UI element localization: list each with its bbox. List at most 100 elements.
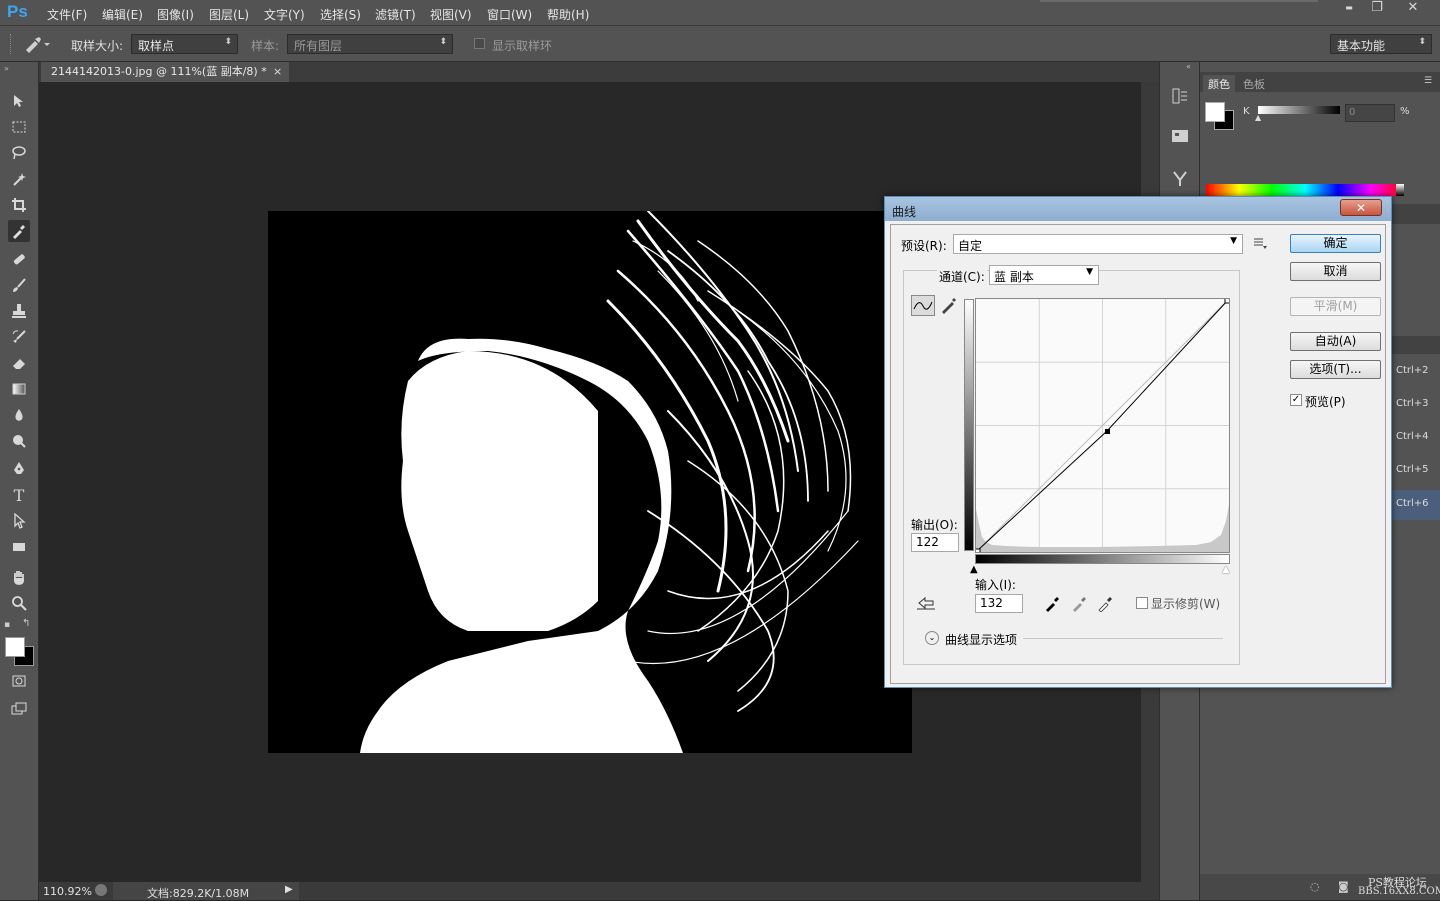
channel-select[interactable]: 蓝 副本 ▼ xyxy=(989,265,1099,285)
white-eyedropper-icon[interactable] xyxy=(1097,594,1115,613)
pen-tool-icon[interactable] xyxy=(8,458,30,480)
type-tool-icon[interactable]: T xyxy=(8,484,30,506)
status-info-icon[interactable] xyxy=(95,884,107,896)
output-field[interactable]: 122 xyxy=(911,533,959,552)
status-menu-arrow-icon[interactable]: ▶ xyxy=(285,884,293,895)
preset-value: 自定 xyxy=(958,239,983,253)
default-colors-icon[interactable]: ▪ xyxy=(4,620,10,630)
eyedropper-tool-icon[interactable] xyxy=(8,220,30,242)
dialog-title-bar[interactable]: 曲线 ✕ xyxy=(885,197,1391,221)
menu-file[interactable]: 文件(F) xyxy=(47,6,87,23)
blur-tool-icon[interactable] xyxy=(8,404,30,426)
gradient-tool-icon[interactable] xyxy=(8,378,30,400)
options-button[interactable]: 选项(T)... xyxy=(1290,360,1381,379)
curves-graph[interactable] xyxy=(974,297,1231,555)
k-slider-handle-icon[interactable]: ▲ xyxy=(1255,113,1261,122)
minimize-button[interactable]: ▬ xyxy=(1334,0,1364,18)
sample-size-select[interactable]: 取样点 ⬍ xyxy=(131,34,238,54)
channel-shortcut-5: Ctrl+5 xyxy=(1396,464,1429,475)
close-button[interactable]: ✕ xyxy=(1398,0,1428,18)
doc-info-field[interactable]: 文档:829.2K/1.08M xyxy=(113,882,299,900)
display-options-label[interactable]: 曲线显示选项 xyxy=(945,631,1017,648)
history-panel-icon[interactable] xyxy=(1170,86,1190,106)
panel-menu-icon[interactable]: ☰ xyxy=(1424,76,1432,86)
menu-help[interactable]: 帮助(H) xyxy=(547,6,589,23)
channel-shortcut-4: Ctrl+4 xyxy=(1396,431,1429,442)
collapse-strip-icon[interactable]: « xyxy=(1186,62,1191,71)
move-tool-icon[interactable] xyxy=(8,90,30,112)
path-selection-tool-icon[interactable] xyxy=(8,510,30,532)
ok-button[interactable]: 确定 xyxy=(1290,234,1381,253)
input-field[interactable]: 132 xyxy=(975,594,1023,613)
brush-tool-icon[interactable] xyxy=(8,274,30,296)
mask-icon[interactable]: ◙ xyxy=(1338,880,1349,893)
black-point-slider-icon[interactable]: ▲ xyxy=(970,564,978,575)
foreground-color-swatch[interactable] xyxy=(5,637,25,657)
channel-label: 通道(C): xyxy=(937,268,987,285)
screen-mode-icon[interactable] xyxy=(8,698,30,720)
output-label: 输出(O): xyxy=(911,518,958,532)
zoom-tool-icon[interactable] xyxy=(8,592,30,614)
menu-edit[interactable]: 编辑(E) xyxy=(102,6,143,23)
marquee-tool-icon[interactable] xyxy=(8,116,30,138)
swap-colors-icon[interactable]: ↰ xyxy=(22,618,30,629)
curve-edit-tool-icon[interactable] xyxy=(911,295,935,316)
document-tab-close-icon[interactable]: × xyxy=(273,62,282,82)
smooth-button[interactable]: 平滑(M) xyxy=(1290,297,1381,316)
color-ramp[interactable] xyxy=(1206,184,1404,196)
history-brush-tool-icon[interactable] xyxy=(8,326,30,348)
healing-brush-tool-icon[interactable] xyxy=(8,248,30,270)
rectangle-tool-icon[interactable] xyxy=(8,536,30,558)
crop-tool-icon[interactable] xyxy=(8,194,30,216)
eraser-tool-icon[interactable] xyxy=(8,352,30,374)
show-clipping-checkbox[interactable] xyxy=(1136,597,1148,609)
menu-type[interactable]: 文字(Y) xyxy=(264,6,305,23)
k-value-field[interactable]: 0 xyxy=(1345,104,1395,122)
curves-dialog: 曲线 ✕ 预设(R): 自定 ▼ 通道(C): 蓝 副本 ▼ 输出(O): 12… xyxy=(884,196,1392,688)
auto-button[interactable]: 自动(A) xyxy=(1290,332,1381,351)
pencil-tool-icon[interactable] xyxy=(939,297,957,315)
menu-view[interactable]: 视图(V) xyxy=(430,6,472,23)
document-tab[interactable]: 2144142013-0.jpg @ 111%(蓝 副本/8) * × xyxy=(41,62,289,82)
menu-image[interactable]: 图像(I) xyxy=(157,6,194,23)
collapse-tools-icon[interactable]: » xyxy=(4,64,9,73)
dialog-close-button[interactable]: ✕ xyxy=(1340,199,1382,216)
dotted-circle-icon[interactable]: ◌ xyxy=(1310,880,1320,893)
preset-select[interactable]: 自定 ▼ xyxy=(953,234,1243,254)
preset-options-icon[interactable] xyxy=(1253,237,1267,249)
white-point-slider-icon[interactable]: ▲ xyxy=(1222,564,1230,575)
magic-wand-tool-icon[interactable] xyxy=(8,168,30,190)
restore-button[interactable]: ❐ xyxy=(1362,0,1392,18)
zoom-level[interactable]: 110.92% xyxy=(43,885,92,898)
menu-select[interactable]: 选择(S) xyxy=(320,6,361,23)
show-ring-checkbox[interactable] xyxy=(474,38,485,49)
menu-layer[interactable]: 图层(L) xyxy=(209,6,249,23)
k-slider[interactable] xyxy=(1258,106,1340,114)
cancel-button[interactable]: 取消 xyxy=(1290,262,1381,281)
tab-color[interactable]: 颜色 xyxy=(1203,75,1235,93)
black-eyedropper-icon[interactable] xyxy=(1044,594,1062,612)
input-label: 输入(I): xyxy=(975,578,1016,592)
lasso-tool-icon[interactable] xyxy=(8,142,30,164)
preview-checkbox[interactable]: ✓ xyxy=(1290,394,1302,406)
quick-mask-icon[interactable] xyxy=(8,670,30,692)
dodge-tool-icon[interactable] xyxy=(8,430,30,452)
menu-window[interactable]: 窗口(W) xyxy=(487,6,532,23)
select-arrows-icon: ⬍ xyxy=(1418,37,1426,47)
hand-tool-icon[interactable] xyxy=(8,566,30,588)
panel-foreground-swatch[interactable] xyxy=(1205,102,1225,122)
sample-select[interactable]: 所有图层 ⬍ xyxy=(287,34,453,54)
menu-filter[interactable]: 滤镜(T) xyxy=(375,6,416,23)
adjustment-panel-icon[interactable] xyxy=(1170,168,1190,188)
eyedropper-preset-icon[interactable] xyxy=(22,34,50,54)
curves-graph-svg xyxy=(974,297,1231,555)
on-image-adjust-icon[interactable] xyxy=(915,595,937,613)
color-ramp-bw[interactable] xyxy=(1396,184,1404,196)
properties-panel-icon[interactable] xyxy=(1170,126,1190,146)
document-image[interactable] xyxy=(268,211,912,753)
stamp-tool-icon[interactable] xyxy=(8,300,30,322)
tab-swatches[interactable]: 色板 xyxy=(1238,75,1270,93)
expand-chevron-icon[interactable]: ⌄ xyxy=(925,631,939,645)
workspace-select[interactable]: 基本功能 ⬍ xyxy=(1330,34,1432,54)
gray-eyedropper-icon[interactable] xyxy=(1071,594,1089,612)
